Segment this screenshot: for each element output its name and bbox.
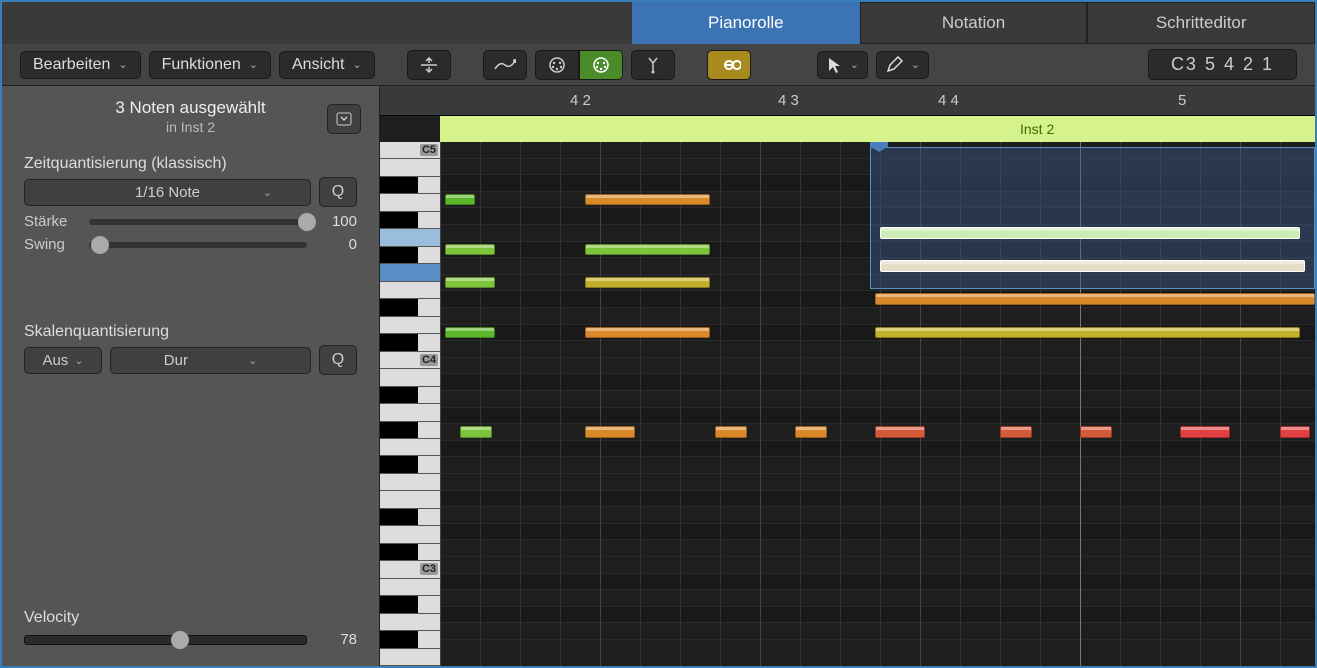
- velocity-slider[interactable]: [24, 635, 307, 645]
- menu-edit[interactable]: Bearbeiten ⌄: [20, 51, 141, 79]
- toolbar: Bearbeiten ⌄ Funktionen ⌄ Ansicht ⌄ ⌄ ⌄ C3 …: [2, 44, 1315, 86]
- midi-note[interactable]: [445, 244, 495, 256]
- menu-view-label: Ansicht: [292, 56, 344, 74]
- chevron-down-icon: ⌄: [850, 58, 859, 71]
- piano-keyboard[interactable]: C5C4C3: [380, 142, 440, 666]
- midi-note[interactable]: [460, 426, 492, 438]
- link-icon[interactable]: [707, 50, 751, 80]
- pencil-tool[interactable]: ⌄: [876, 51, 929, 79]
- swing-value[interactable]: 0: [317, 236, 357, 253]
- strength-slider[interactable]: [89, 219, 307, 225]
- menu-functions[interactable]: Funktionen ⌄: [149, 51, 271, 79]
- chevron-down-icon: ⌄: [118, 58, 127, 71]
- inspector-toggle-icon[interactable]: [327, 104, 361, 134]
- time-quant-value: 1/16 Note: [135, 184, 200, 201]
- midi-note[interactable]: [880, 227, 1300, 239]
- ruler-tick: 4 2: [570, 92, 591, 109]
- scale-off-select[interactable]: Aus ⌄: [24, 347, 102, 374]
- midi-note[interactable]: [1280, 426, 1310, 438]
- scale-mode-value: Dur: [164, 352, 188, 369]
- midi-note[interactable]: [445, 277, 495, 289]
- menu-edit-label: Bearbeiten: [33, 56, 110, 74]
- time-quant-select[interactable]: 1/16 Note ⌄: [24, 179, 311, 206]
- scale-off-value: Aus: [42, 352, 68, 369]
- midi-out-icon[interactable]: [579, 50, 623, 80]
- collapse-icon[interactable]: [407, 50, 451, 80]
- midi-note[interactable]: [880, 260, 1305, 272]
- time-quant-apply[interactable]: Q: [319, 177, 357, 207]
- swing-label: Swing: [24, 236, 79, 253]
- chevron-down-icon: ⌄: [249, 58, 258, 71]
- chevron-down-icon: ⌄: [248, 354, 257, 367]
- midi-note[interactable]: [445, 194, 475, 206]
- midi-note[interactable]: [585, 277, 710, 289]
- menu-functions-label: Funktionen: [162, 56, 241, 74]
- midi-note[interactable]: [715, 426, 747, 438]
- time-quant-label: Zeitquantisierung (klassisch): [24, 155, 357, 173]
- midi-note[interactable]: [585, 244, 710, 256]
- position-display[interactable]: C3 5 4 2 1: [1148, 49, 1297, 80]
- midi-note[interactable]: [585, 327, 710, 339]
- swing-slider[interactable]: [89, 242, 307, 248]
- tab-stepeditor[interactable]: Schritteditor: [1087, 2, 1315, 44]
- velocity-label: Velocity: [24, 609, 357, 627]
- selection-subtitle: in Inst 2: [2, 119, 379, 135]
- midi-note[interactable]: [585, 194, 710, 206]
- midi-note[interactable]: [585, 426, 635, 438]
- time-ruler[interactable]: 4 2 4 3 4 4 5: [380, 86, 1315, 116]
- note-grid[interactable]: [440, 142, 1315, 666]
- region-name: Inst 2: [1020, 121, 1054, 137]
- chevron-down-icon: ⌄: [74, 354, 83, 367]
- ruler-tick: 4 4: [938, 92, 959, 109]
- midi-note[interactable]: [1000, 426, 1032, 438]
- inspector-panel: 3 Noten ausgewählt in Inst 2 Zeitquantis…: [2, 86, 380, 666]
- midi-note[interactable]: [445, 327, 495, 339]
- ruler-tick: 4 3: [778, 92, 799, 109]
- scale-mode-select[interactable]: Dur ⌄: [110, 347, 311, 374]
- region-header[interactable]: Inst 2: [440, 116, 1315, 142]
- strength-value[interactable]: 100: [317, 213, 357, 230]
- tabs-spacer: [2, 2, 632, 44]
- pointer-tool[interactable]: ⌄: [817, 51, 868, 79]
- velocity-value[interactable]: 78: [317, 631, 357, 648]
- menu-view[interactable]: Ansicht ⌄: [279, 51, 375, 79]
- snap-icon[interactable]: [631, 50, 675, 80]
- automation-icon[interactable]: [483, 50, 527, 80]
- selection-title: 3 Noten ausgewählt: [2, 98, 379, 118]
- scale-quant-label: Skalenquantisierung: [24, 323, 357, 341]
- tab-notation[interactable]: Notation: [860, 2, 1088, 44]
- midi-note[interactable]: [795, 426, 827, 438]
- tab-pianoroll[interactable]: Pianorolle: [632, 2, 860, 44]
- midi-note[interactable]: [1180, 426, 1230, 438]
- midi-note[interactable]: [875, 426, 925, 438]
- chevron-down-icon: ⌄: [263, 186, 272, 199]
- chevron-down-icon: ⌄: [352, 58, 361, 71]
- midi-note[interactable]: [875, 293, 1315, 305]
- ruler-tick: 5: [1178, 92, 1186, 109]
- midi-in-icon[interactable]: [535, 50, 579, 80]
- midi-note[interactable]: [1080, 426, 1112, 438]
- strength-label: Stärke: [24, 213, 79, 230]
- chevron-down-icon: ⌄: [911, 58, 920, 71]
- scale-quant-apply[interactable]: Q: [319, 345, 357, 375]
- midi-note[interactable]: [875, 327, 1300, 339]
